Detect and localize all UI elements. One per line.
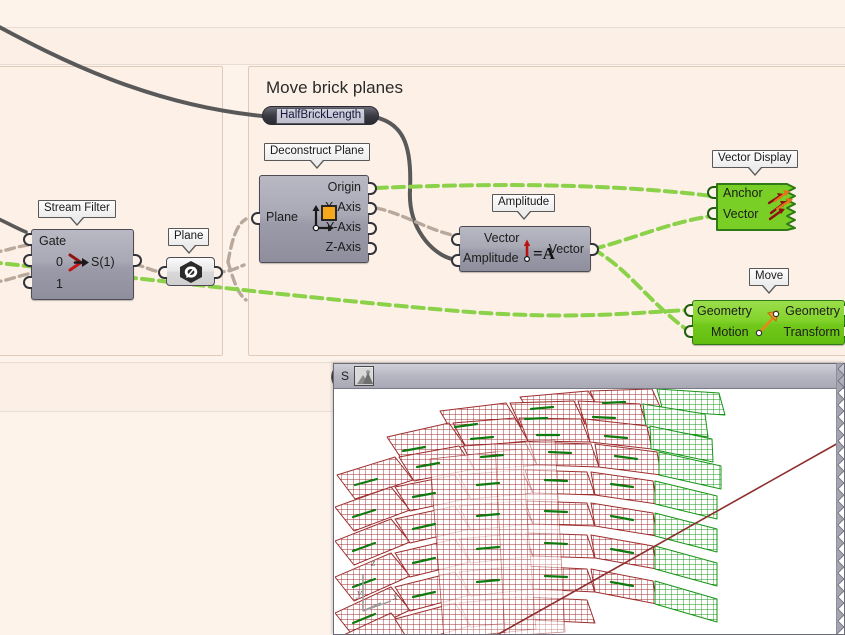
viewport-geometry	[335, 389, 843, 634]
node-label-vector-display: Vector Display	[712, 150, 798, 168]
port-label-input-0: 0	[56, 255, 63, 269]
port-nub-move-geometry-in[interactable]	[684, 304, 693, 317]
port-label-output-s: S(1)	[91, 255, 115, 269]
node-move[interactable]: Geometry Motion Geometry Transform	[692, 300, 845, 345]
param-half-brick-length-label: HalfBrickLength	[276, 108, 365, 124]
port-label-move-motion-in: Motion	[711, 325, 749, 339]
port-label-vd-vector: Vector	[723, 207, 758, 221]
viewport-titlebar[interactable]: S	[334, 364, 844, 389]
grasshopper-canvas[interactable]: Move brick planes	[0, 0, 845, 635]
port-nub-plane-in[interactable]	[158, 266, 167, 279]
axis-label-z: z	[371, 557, 375, 569]
port-label-input-1: 1	[56, 277, 63, 291]
plane-icon	[178, 260, 204, 284]
viewport-torn-edge	[836, 363, 845, 635]
axis-label-x: x	[393, 591, 398, 603]
node-label-amplitude: Amplitude	[492, 194, 555, 212]
node-deconstruct-plane[interactable]: Origin X-Axis Y-Axis Z-Axis Plane	[259, 175, 369, 263]
param-half-brick-length[interactable]: HalfBrickLength	[262, 106, 379, 125]
node-label-plane: Plane	[168, 228, 209, 246]
viewport-title-letter: S	[341, 370, 349, 382]
port-label-move-geometry-out: Geometry	[785, 304, 840, 318]
port-label-anchor: Anchor	[723, 186, 763, 200]
node-vector-display[interactable]: Anchor Vector	[715, 182, 795, 232]
port-nub-amp-vector[interactable]	[451, 233, 460, 246]
amplitude-icon: =A	[522, 236, 556, 264]
node-amplitude[interactable]: Vector Amplitude Vector =A	[459, 226, 591, 272]
node-label-stream-filter: Stream Filter	[38, 200, 116, 218]
port-nub-vd-vector[interactable]	[707, 207, 716, 220]
port-label-plane-in: Plane	[266, 210, 298, 224]
port-nub-gate[interactable]	[23, 233, 32, 246]
port-nub-move-motion-in[interactable]	[684, 325, 693, 338]
port-nub-anchor[interactable]	[707, 186, 716, 199]
port-label-z-axis: Z-Axis	[326, 240, 361, 254]
port-label-move-transform-out: Transform	[784, 325, 841, 339]
port-label-vector-in: Vector	[484, 231, 519, 245]
port-nub-amp-amplitude[interactable]	[451, 254, 460, 267]
port-label-amplitude-in: Amplitude	[463, 251, 519, 265]
deconstruct-plane-icon	[311, 202, 339, 232]
vector-display-icon	[767, 189, 795, 225]
port-label-move-geometry-in: Geometry	[697, 304, 752, 318]
node-label-move: Move	[749, 268, 789, 286]
port-label-gate: Gate	[39, 234, 66, 248]
port-nub-in-1[interactable]	[23, 276, 32, 289]
axis-label-y: y	[357, 587, 362, 599]
image-icon[interactable]	[354, 366, 374, 386]
port-nub-in-0[interactable]	[23, 254, 32, 267]
stream-filter-icon	[68, 252, 90, 274]
node-label-deconstruct-plane: Deconstruct Plane	[264, 143, 370, 161]
node-stream-filter[interactable]: Gate 0 1 S(1)	[31, 229, 134, 300]
node-plane[interactable]	[166, 257, 215, 286]
port-label-origin: Origin	[328, 180, 361, 194]
port-nub-dp-plane[interactable]	[251, 212, 260, 225]
viewport-canvas[interactable]: y z x	[335, 389, 843, 634]
svg-text:=A: =A	[533, 244, 556, 263]
move-icon	[755, 309, 783, 339]
viewport-window[interactable]: S	[333, 363, 845, 635]
